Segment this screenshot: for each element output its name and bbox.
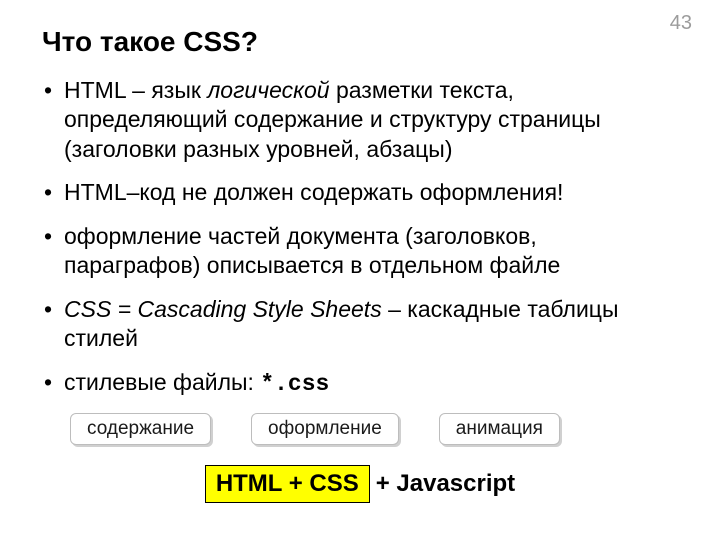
bullet-text-mono: *.css — [260, 371, 329, 397]
formula-highlight: HTML + CSS — [205, 465, 370, 503]
bullet-item: оформление частей документа (заголовков,… — [42, 222, 678, 281]
bullet-text-italic: логической — [207, 77, 329, 103]
bullet-item: HTML–код не должен содержать оформления! — [42, 178, 678, 207]
tag-row: содержание оформление анимация — [70, 413, 678, 445]
formula-rest: + Javascript — [376, 470, 515, 498]
bullet-item: стилевые файлы: *.css — [42, 368, 678, 399]
bullet-item: CSS = Cascading Style Sheets – каскадные… — [42, 295, 678, 354]
tag-style: оформление — [251, 413, 399, 445]
tag-animation: анимация — [439, 413, 560, 445]
bullet-text: оформление частей документа (заголовков,… — [64, 223, 560, 278]
bullet-item: HTML – язык логической разметки текста, … — [42, 76, 678, 164]
bullet-list: HTML – язык логической разметки текста, … — [42, 76, 678, 399]
slide-title: Что такое CSS? — [42, 26, 678, 58]
bullet-text: HTML–код не должен содержать оформления! — [64, 179, 563, 205]
bullet-text: HTML – язык — [64, 77, 207, 103]
formula-row: HTML + CSS + Javascript — [42, 465, 678, 503]
bullet-text-italic: CSS = Cascading Style Sheets — [64, 296, 382, 322]
slide: 43 Что такое CSS? HTML – язык логической… — [0, 0, 720, 540]
tag-content: содержание — [70, 413, 211, 445]
page-number: 43 — [670, 12, 692, 35]
bullet-text: стилевые файлы: — [64, 369, 260, 395]
